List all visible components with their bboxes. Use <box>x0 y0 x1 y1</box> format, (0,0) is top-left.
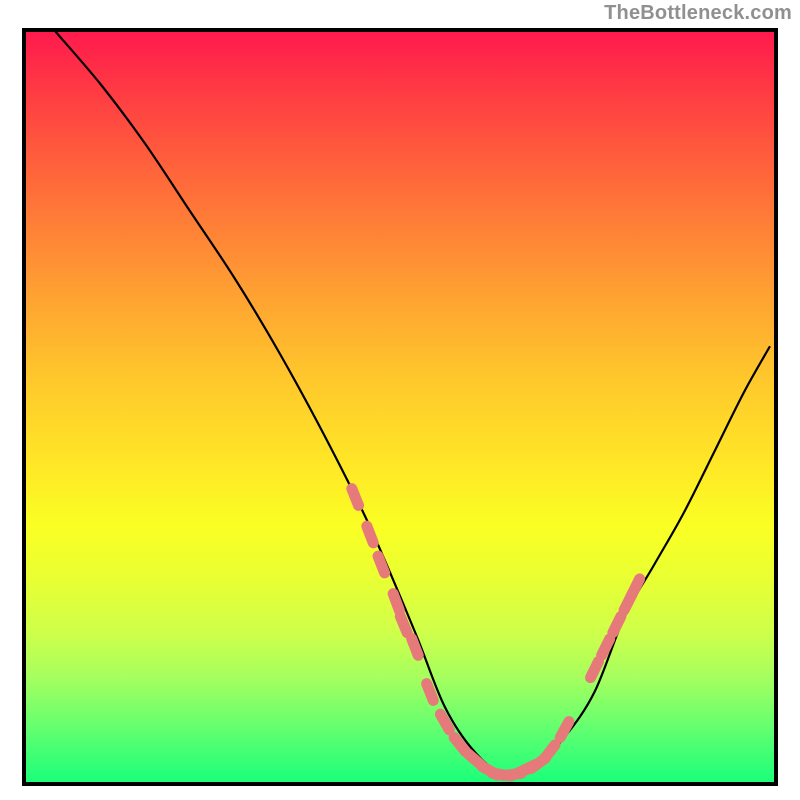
plot-gradient-background <box>26 32 774 782</box>
scatter-marker <box>602 639 610 655</box>
bottleneck-curve <box>56 32 770 775</box>
plot-frame <box>22 28 778 786</box>
scatter-marker <box>591 661 599 677</box>
scatter-marker <box>400 616 407 633</box>
scatter-marker <box>440 714 449 730</box>
scatter-markers <box>352 489 640 776</box>
watermark-text: TheBottleneck.com <box>604 2 792 25</box>
scatter-marker <box>367 526 374 543</box>
scatter-marker <box>427 684 434 701</box>
scatter-marker <box>613 616 621 632</box>
scatter-marker <box>412 639 419 656</box>
scatter-marker <box>378 556 385 573</box>
chart-svg <box>26 32 774 782</box>
scatter-marker <box>352 489 359 506</box>
scatter-marker <box>560 722 569 738</box>
scatter-marker <box>544 745 555 759</box>
scatter-marker <box>393 594 399 611</box>
scatter-marker <box>632 579 640 595</box>
stage: TheBottleneck.com <box>0 0 800 800</box>
